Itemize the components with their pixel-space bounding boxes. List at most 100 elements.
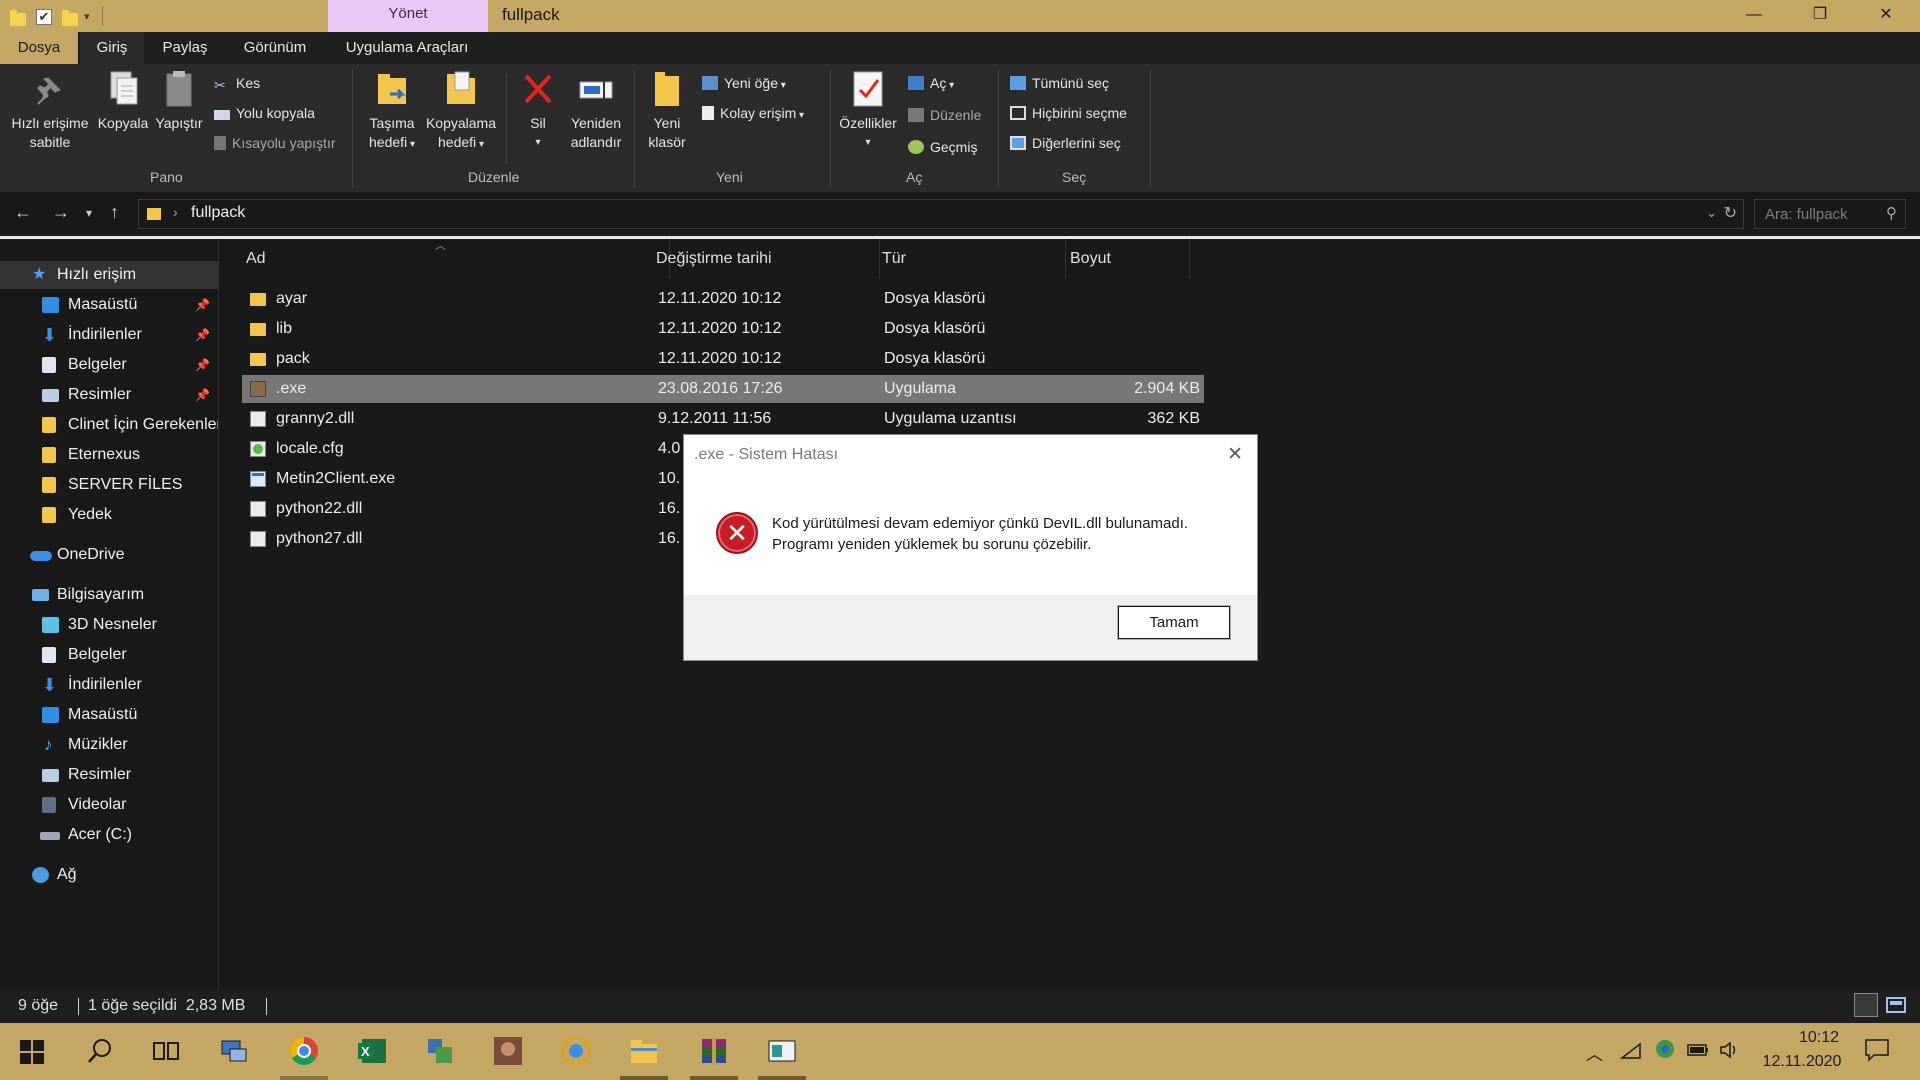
nav-this-pc[interactable]: Bilgisayarım	[0, 581, 218, 609]
column-header-size[interactable]: Boyut	[1064, 239, 1190, 279]
volume-icon[interactable]	[1718, 1040, 1742, 1065]
paste-button[interactable]: Yapıştır	[152, 68, 206, 133]
search-icon[interactable]	[84, 1035, 116, 1067]
nav-folder-yedek[interactable]: Yedek	[0, 501, 218, 529]
properties-button[interactable]: Özellikler ▾	[834, 68, 902, 152]
address-bar[interactable]: › fullpack ⌄ ↻	[138, 199, 1744, 229]
excel-icon[interactable]: X	[356, 1035, 388, 1067]
copy-button[interactable]: Kopyala	[96, 68, 150, 133]
forward-arrow-icon[interactable]: →	[52, 202, 70, 223]
tab-file[interactable]: Dosya	[0, 32, 78, 64]
chrome-icon[interactable]	[288, 1035, 320, 1067]
tab-home[interactable]: Giriş	[80, 32, 144, 64]
window-app-icon[interactable]	[766, 1035, 798, 1067]
large-icons-view-icon[interactable]	[1884, 993, 1908, 1017]
cut-button[interactable]: ✂ Kes	[214, 72, 260, 94]
copy-path-button[interactable]: Yolu kopyala	[214, 102, 315, 124]
table-row[interactable]: ayar 12.11.2020 10:12 Dosya klasörü	[242, 285, 1204, 313]
customize-qat-chevron-icon[interactable]: ▾	[84, 10, 90, 23]
tab-application-tools[interactable]: Uygulama Araçları	[334, 32, 480, 64]
pin-icon[interactable]: 📌	[195, 291, 210, 319]
app-icon[interactable]	[424, 1035, 456, 1067]
nav-folder-eternexus[interactable]: Eternexus	[0, 441, 218, 469]
invert-selection-button[interactable]: Diğerlerini seç	[1010, 132, 1121, 154]
show-hidden-icons-chevron-icon[interactable]: ︿	[1586, 1040, 1603, 1065]
nav-pc-desktop[interactable]: Masaüstü	[0, 701, 218, 729]
network-globe-icon[interactable]	[1654, 1038, 1676, 1065]
new-item-button[interactable]: Yeni öğe ▾	[702, 72, 786, 94]
refresh-icon[interactable]: ↻	[1724, 203, 1737, 223]
move-to-button[interactable]: Taşıma hedefi ▾	[358, 68, 426, 154]
nav-pictures[interactable]: Resimler 📌	[0, 381, 218, 409]
up-arrow-icon[interactable]: ↑	[110, 202, 119, 223]
task-view-icon[interactable]	[150, 1035, 182, 1067]
table-row-selected[interactable]: .exe 23.08.2016 17:26 Uygulama 2.904 KB	[242, 375, 1204, 403]
clock-time[interactable]: 10:12	[1779, 1029, 1859, 1047]
clock-date[interactable]: 12.11.2020	[1752, 1053, 1852, 1071]
context-tab-manage[interactable]: Yönet	[328, 0, 488, 32]
table-row[interactable]: granny2.dll 9.12.2011 11:56 Uygulama uza…	[242, 405, 1204, 433]
easy-access-button[interactable]: Kolay erişim ▾	[702, 102, 804, 124]
nav-onedrive[interactable]: OneDrive	[0, 541, 218, 569]
nav-pc-pictures[interactable]: Resimler	[0, 761, 218, 789]
file-date: 4.0	[658, 440, 681, 457]
new-folder-button[interactable]: Yeni klasör	[640, 68, 694, 152]
table-row[interactable]: pack 12.11.2020 10:12 Dosya klasörü	[242, 345, 1204, 373]
browser-app-icon[interactable]	[560, 1035, 592, 1067]
pin-to-quick-access-button[interactable]: Hızlı erişime sabitle	[4, 68, 96, 152]
breadcrumb-chevron-icon[interactable]: ›	[173, 204, 178, 220]
nav-desktop[interactable]: Masaüstü 📌	[0, 291, 218, 319]
table-row[interactable]: lib 12.11.2020 10:12 Dosya klasörü	[242, 315, 1204, 343]
notification-center-icon[interactable]	[1864, 1038, 1890, 1067]
rename-button[interactable]: Yeniden adlandır	[564, 68, 628, 152]
tab-view[interactable]: Görünüm	[228, 32, 322, 64]
properties-qat-icon[interactable]: ✔	[36, 9, 52, 25]
game-client-icon[interactable]	[492, 1035, 524, 1067]
nav-pc-downloads[interactable]: ⬇ İndirilenler	[0, 671, 218, 699]
nav-music[interactable]: ♪ Müzikler	[0, 731, 218, 759]
details-view-icon[interactable]	[1854, 993, 1878, 1017]
windows-start-icon[interactable]	[18, 1038, 50, 1070]
nav-quick-access[interactable]: ★ Hızlı erişim	[0, 261, 218, 289]
recent-locations-chevron-icon[interactable]: ▾	[86, 206, 92, 220]
column-header-type[interactable]: Tür	[876, 239, 1066, 279]
nav-videos[interactable]: Videolar	[0, 791, 218, 819]
pin-icon[interactable]: 📌	[195, 351, 210, 379]
nav-downloads[interactable]: ⬇ İndirilenler 📌	[0, 321, 218, 349]
wifi-icon[interactable]	[1619, 1040, 1642, 1065]
open-button[interactable]: Aç ▾	[908, 72, 954, 94]
copy-to-button[interactable]: Kopyalama hedefi ▾	[420, 68, 502, 154]
nav-drive-c[interactable]: Acer (C:)	[0, 821, 218, 849]
ok-button[interactable]: Tamam	[1117, 605, 1231, 640]
new-folder-qat-icon[interactable]	[62, 9, 78, 26]
breadcrumb-path[interactable]: fullpack	[191, 204, 245, 222]
maximize-button[interactable]: ❐	[1792, 0, 1848, 32]
column-header-name[interactable]: Ad	[240, 239, 670, 279]
nav-folder-clinet[interactable]: Clinet İçin Gerekenler	[0, 411, 218, 439]
nav-3d-objects[interactable]: 3D Nesneler	[0, 611, 218, 639]
back-arrow-icon[interactable]: ←	[14, 202, 32, 223]
select-all-button[interactable]: Tümünü seç	[1010, 72, 1109, 94]
minimize-button[interactable]: —	[1726, 0, 1782, 32]
select-none-button[interactable]: Hiçbirini seçme	[1010, 102, 1127, 124]
file-explorer-icon[interactable]	[628, 1035, 660, 1067]
nav-documents[interactable]: Belgeler 📌	[0, 351, 218, 379]
remote-desktop-icon[interactable]	[218, 1035, 250, 1067]
paste-shortcut-button[interactable]: Kısayolu yapıştır	[214, 132, 336, 154]
nav-network[interactable]: Ağ	[0, 861, 218, 889]
pin-icon[interactable]: 📌	[195, 321, 210, 349]
edit-button[interactable]: Düzenle	[908, 104, 981, 126]
column-header-date[interactable]: Değiştirme tarihi	[650, 239, 880, 279]
tab-share[interactable]: Paylaş	[148, 32, 222, 64]
search-input[interactable]: Ara: fullpack ⚲	[1754, 199, 1906, 229]
dialog-close-icon[interactable]: ✕	[1227, 443, 1243, 466]
nav-folder-server-files[interactable]: SERVER FİLES	[0, 471, 218, 499]
close-button[interactable]: ✕	[1858, 0, 1914, 32]
pin-icon[interactable]: 📌	[195, 381, 210, 409]
winrar-icon[interactable]	[698, 1035, 730, 1067]
delete-button[interactable]: Sil ▾	[514, 68, 562, 152]
battery-icon[interactable]	[1686, 1040, 1710, 1065]
history-button[interactable]: Geçmiş	[908, 136, 977, 158]
nav-pc-documents[interactable]: Belgeler	[0, 641, 218, 669]
address-dropdown-chevron-icon[interactable]: ⌄	[1706, 205, 1717, 221]
